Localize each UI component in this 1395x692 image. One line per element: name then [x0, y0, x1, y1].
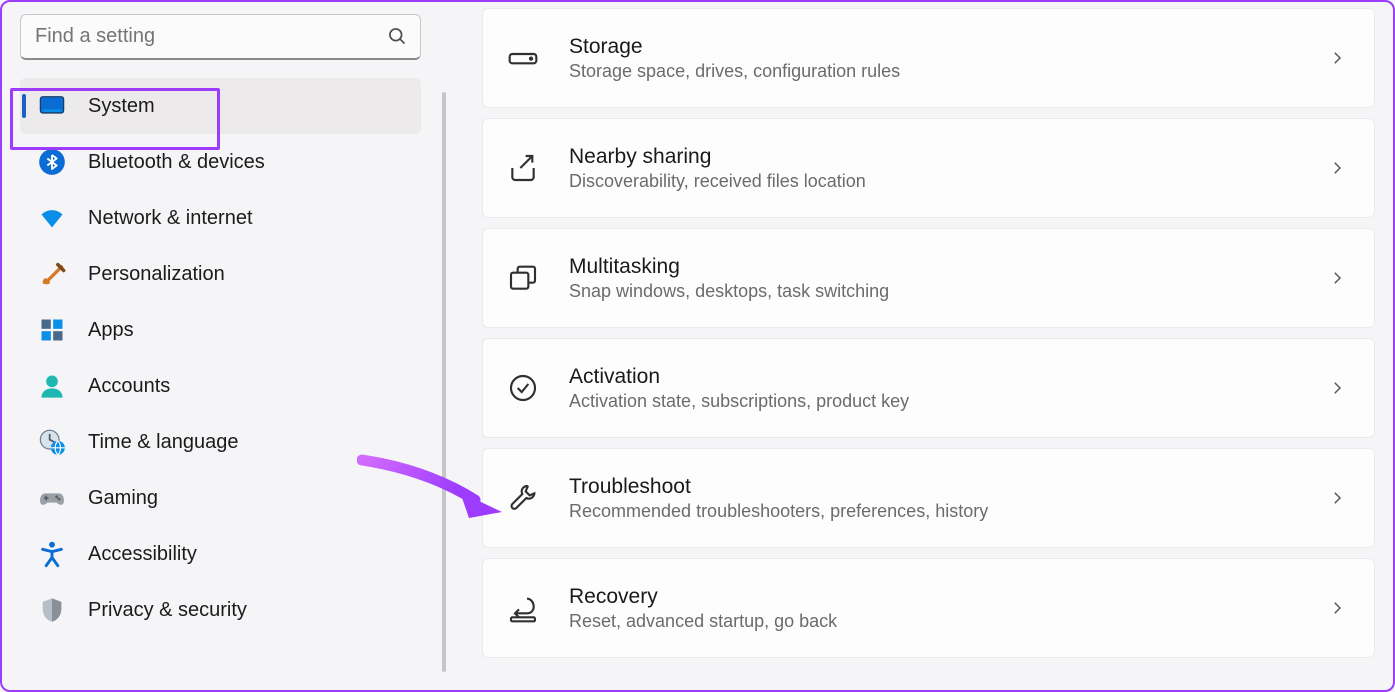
sidebar-item-accounts[interactable]: Accounts — [20, 358, 421, 414]
share-icon — [507, 152, 539, 184]
sidebar: System Bluetooth & devices Network & int… — [2, 2, 447, 690]
chevron-right-icon — [1328, 49, 1346, 67]
card-text: Troubleshoot Recommended troubleshooters… — [569, 475, 1328, 522]
bluetooth-icon — [38, 148, 66, 176]
system-icon — [38, 92, 66, 120]
sidebar-item-label: System — [88, 95, 155, 118]
sidebar-item-label: Network & internet — [88, 207, 253, 230]
card-text: Recovery Reset, advanced startup, go bac… — [569, 585, 1328, 632]
sidebar-item-label: Accounts — [88, 375, 170, 398]
card-multitasking[interactable]: Multitasking Snap windows, desktops, tas… — [482, 228, 1375, 328]
main-content: Storage Storage space, drives, configura… — [447, 2, 1393, 690]
multitasking-icon — [507, 262, 539, 294]
sidebar-item-network[interactable]: Network & internet — [20, 190, 421, 246]
chevron-right-icon — [1328, 269, 1346, 287]
clock-globe-icon — [38, 428, 66, 456]
card-title: Recovery — [569, 585, 1328, 609]
person-icon — [38, 372, 66, 400]
sidebar-item-bluetooth[interactable]: Bluetooth & devices — [20, 134, 421, 190]
sidebar-item-apps[interactable]: Apps — [20, 302, 421, 358]
card-recovery[interactable]: Recovery Reset, advanced startup, go bac… — [482, 558, 1375, 658]
sidebar-item-accessibility[interactable]: Accessibility — [20, 526, 421, 582]
sidebar-item-system[interactable]: System — [20, 78, 421, 134]
card-subtitle: Reset, advanced startup, go back — [569, 611, 1328, 632]
sidebar-item-time-language[interactable]: Time & language — [20, 414, 421, 470]
card-storage[interactable]: Storage Storage space, drives, configura… — [482, 8, 1375, 108]
storage-icon — [507, 42, 539, 74]
card-troubleshoot[interactable]: Troubleshoot Recommended troubleshooters… — [482, 448, 1375, 548]
sidebar-item-label: Gaming — [88, 487, 158, 510]
search-icon — [387, 26, 407, 46]
chevron-right-icon — [1328, 489, 1346, 507]
check-circle-icon — [507, 372, 539, 404]
sidebar-item-label: Bluetooth & devices — [88, 151, 265, 174]
sidebar-item-personalization[interactable]: Personalization — [20, 246, 421, 302]
sidebar-item-gaming[interactable]: Gaming — [20, 470, 421, 526]
sidebar-item-privacy-security[interactable]: Privacy & security — [20, 582, 421, 638]
card-subtitle: Activation state, subscriptions, product… — [569, 391, 1328, 412]
sidebar-item-label: Privacy & security — [88, 599, 247, 622]
card-title: Multitasking — [569, 255, 1328, 279]
card-subtitle: Snap windows, desktops, task switching — [569, 281, 1328, 302]
card-text: Storage Storage space, drives, configura… — [569, 35, 1328, 82]
card-text: Multitasking Snap windows, desktops, tas… — [569, 255, 1328, 302]
sidebar-item-label: Personalization — [88, 263, 225, 286]
card-title: Storage — [569, 35, 1328, 59]
shield-icon — [38, 596, 66, 624]
card-title: Nearby sharing — [569, 145, 1328, 169]
sidebar-item-label: Time & language — [88, 431, 238, 454]
paintbrush-icon — [38, 260, 66, 288]
gamepad-icon — [38, 484, 66, 512]
search-input[interactable] — [20, 14, 421, 60]
apps-icon — [38, 316, 66, 344]
recovery-icon — [507, 592, 539, 624]
card-subtitle: Storage space, drives, configuration rul… — [569, 61, 1328, 82]
card-text: Activation Activation state, subscriptio… — [569, 365, 1328, 412]
accessibility-icon — [38, 540, 66, 568]
sidebar-item-label: Accessibility — [88, 543, 197, 566]
chevron-right-icon — [1328, 379, 1346, 397]
sidebar-scrollbar[interactable] — [442, 92, 446, 672]
sidebar-item-label: Apps — [88, 319, 134, 342]
sidebar-nav: System Bluetooth & devices Network & int… — [20, 78, 439, 690]
card-title: Activation — [569, 365, 1328, 389]
card-activation[interactable]: Activation Activation state, subscriptio… — [482, 338, 1375, 438]
wrench-icon — [507, 482, 539, 514]
search-wrapper — [20, 14, 421, 60]
card-nearby-sharing[interactable]: Nearby sharing Discoverability, received… — [482, 118, 1375, 218]
card-subtitle: Discoverability, received files location — [569, 171, 1328, 192]
wifi-icon — [38, 204, 66, 232]
card-title: Troubleshoot — [569, 475, 1328, 499]
chevron-right-icon — [1328, 599, 1346, 617]
card-text: Nearby sharing Discoverability, received… — [569, 145, 1328, 192]
card-subtitle: Recommended troubleshooters, preferences… — [569, 501, 1328, 522]
chevron-right-icon — [1328, 159, 1346, 177]
